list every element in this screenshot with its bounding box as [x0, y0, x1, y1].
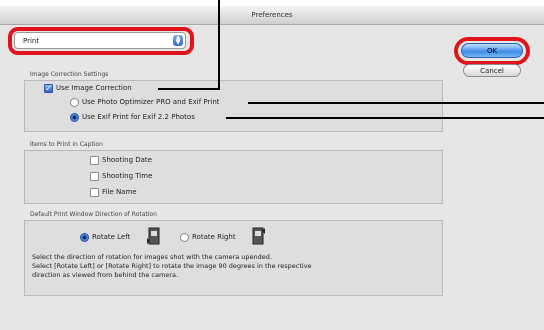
- rotate-right-radio[interactable]: [180, 233, 189, 242]
- annotation-ring-ok: [454, 37, 530, 65]
- rotation-description-line: Select [Rotate Left] or [Rotate Right] t…: [32, 262, 312, 270]
- shooting-date-label: Shooting Date: [102, 156, 152, 164]
- use-image-correction-label: Use Image Correction: [56, 84, 132, 92]
- title-bar: Preferences: [0, 6, 544, 25]
- caption-title: Items to Print in Caption: [30, 141, 103, 148]
- rotation-description: Select the direction of rotation for ima…: [32, 253, 436, 280]
- callout-line-photo-optimizer: [248, 102, 544, 104]
- file-name-label: File Name: [102, 188, 137, 196]
- rotate-right-icon: [252, 226, 266, 246]
- photo-optimizer-radio[interactable]: [70, 98, 79, 107]
- rotate-left-icon: [146, 226, 160, 246]
- rotation-description-line: direction as viewed from behind the came…: [32, 271, 179, 279]
- callout-line-top-vertical: [218, 0, 220, 90]
- cancel-button[interactable]: Cancel: [463, 64, 521, 77]
- caption-group: [24, 150, 443, 204]
- exif-print-label: Use Exif Print for Exif 2.2 Photos: [82, 113, 195, 121]
- rotate-right-label: Rotate Right: [192, 233, 236, 241]
- callout-line-top-horizontal: [158, 88, 220, 90]
- shooting-time-label: Shooting Time: [102, 172, 153, 180]
- use-image-correction-checkbox[interactable]: ✓: [44, 84, 53, 93]
- rotate-left-label: Rotate Left: [92, 233, 131, 241]
- exif-print-radio[interactable]: [70, 113, 79, 122]
- file-name-checkbox[interactable]: [90, 188, 99, 197]
- annotation-ring-popup: [8, 27, 194, 55]
- shooting-time-checkbox[interactable]: [90, 172, 99, 181]
- shooting-date-checkbox[interactable]: [90, 156, 99, 165]
- photo-optimizer-label: Use Photo Optimizer PRO and Exif Print: [82, 98, 220, 106]
- rotation-description-line: Select the direction of rotation for ima…: [32, 253, 272, 261]
- callout-line-exif-print: [226, 117, 544, 119]
- image-correction-title: Image Correction Settings: [30, 71, 109, 78]
- window-title: Preferences: [251, 11, 293, 19]
- rotation-title: Default Print Window Direction of Rotati…: [30, 211, 157, 218]
- rotate-left-radio[interactable]: [80, 233, 89, 242]
